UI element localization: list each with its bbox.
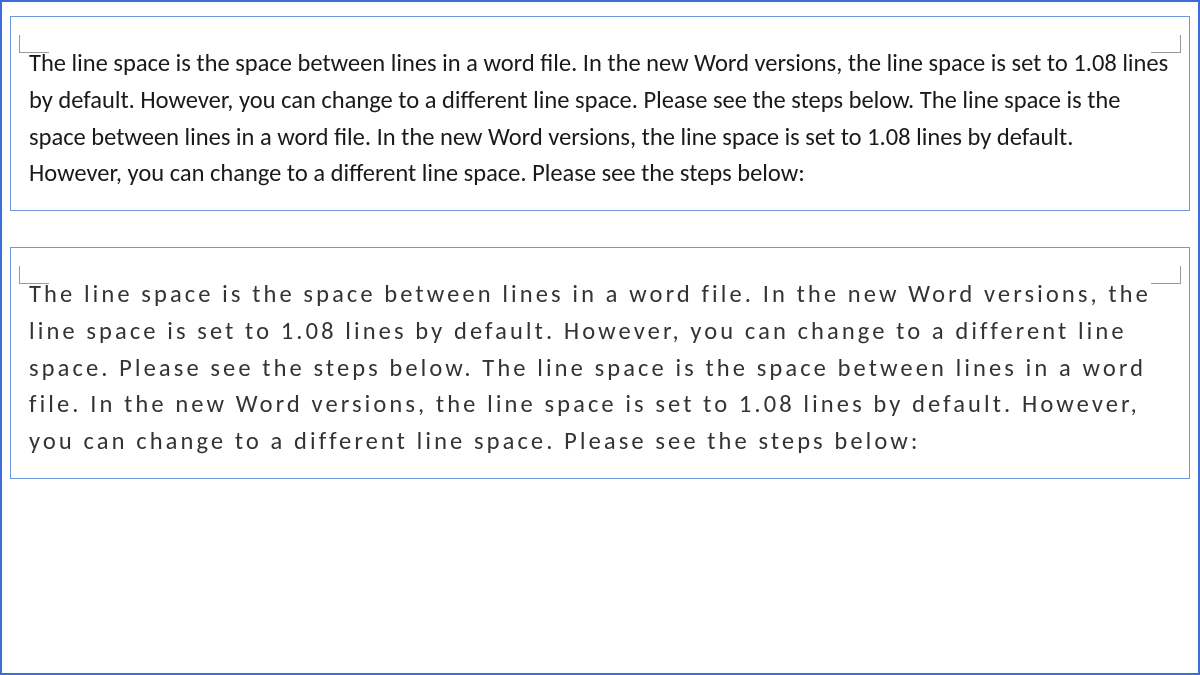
paragraph-expanded-spacing[interactable]: The line space is the space between line… bbox=[29, 276, 1171, 460]
paragraph-normal-spacing[interactable]: The line space is the space between line… bbox=[29, 45, 1171, 192]
text-block-expanded: The line space is the space between line… bbox=[10, 247, 1190, 479]
text-block-normal: The line space is the space between line… bbox=[10, 16, 1190, 211]
